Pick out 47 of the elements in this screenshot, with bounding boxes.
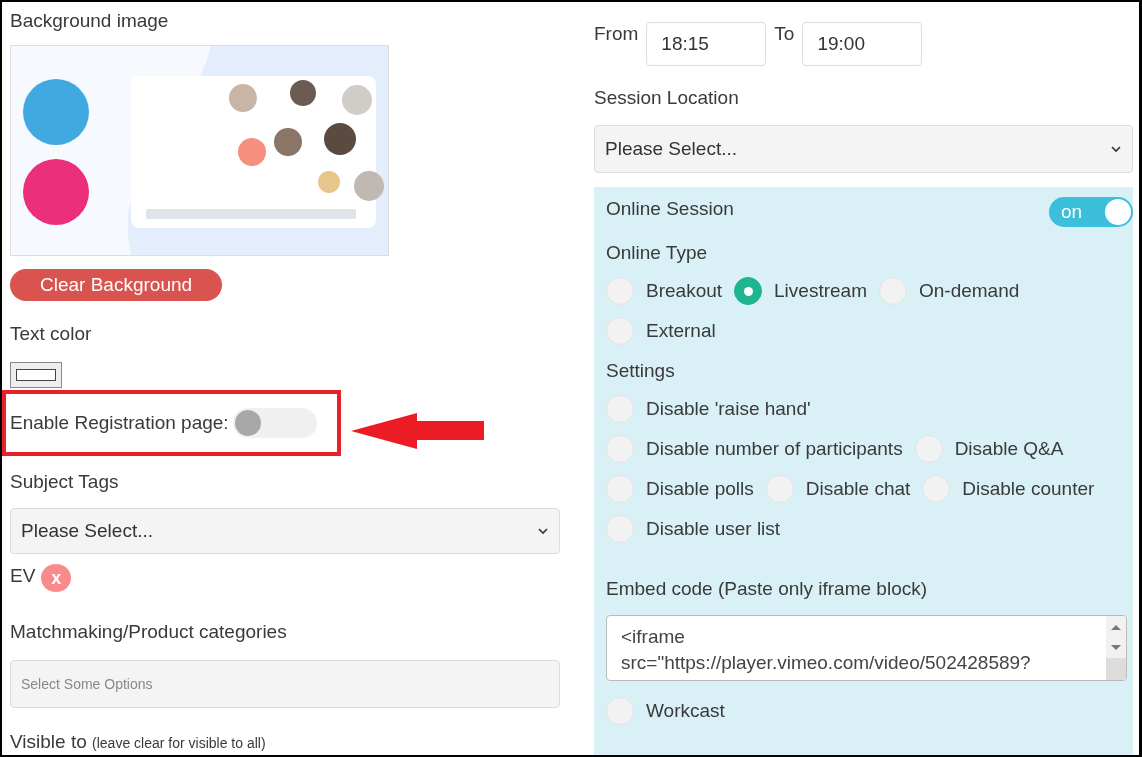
checkbox[interactable] (914, 435, 943, 463)
section-label: Online Type (606, 241, 708, 265)
visible-to-label: Visible to (leave clear for visible to all) (10, 730, 266, 754)
option-label: Workcast (646, 700, 725, 722)
clear-background-button[interactable]: Clear Background (10, 269, 223, 301)
option-label: Disable Q&A (954, 438, 1064, 460)
checkbox[interactable] (606, 475, 634, 503)
option-label: Disable 'raise hand' (646, 398, 811, 420)
session-location-select[interactable]: Please Select... (594, 125, 1133, 173)
radio-button[interactable] (734, 277, 763, 305)
panel-title: Online Session (606, 197, 734, 221)
embed-code-field[interactable]: <iframe src="https://player.vimeo.com/video/502428589? (606, 615, 1127, 681)
from-time-field[interactable]: 18:15 (646, 22, 767, 66)
scrollbar (1106, 616, 1126, 680)
checkbox[interactable] (765, 475, 794, 503)
checkbox[interactable] (606, 435, 634, 463)
section-label: Text color (10, 322, 92, 346)
to-label: To (774, 22, 795, 46)
option-label: Disable chat (805, 478, 911, 500)
section-label: Settings (606, 359, 675, 383)
tag-label: EV (10, 564, 36, 588)
option-label: Livestream (774, 280, 867, 302)
checkbox[interactable] (922, 475, 951, 503)
section-label: Embed code (Paste only iframe block) (606, 577, 928, 601)
toggle-label: Enable Registration page: (10, 411, 229, 435)
section-label: Background image (10, 9, 169, 33)
checkbox[interactable] (606, 697, 634, 725)
checkbox[interactable] (606, 395, 634, 423)
color-swatch[interactable] (10, 362, 62, 388)
option-label: Disable counter (962, 478, 1095, 500)
option-label: Breakout (646, 280, 723, 302)
section-label: Subject Tags (10, 470, 119, 494)
subject-tags-select[interactable]: Please Select... (10, 508, 560, 554)
checkbox[interactable] (606, 515, 634, 543)
option-label: Disable polls (646, 478, 754, 500)
option-label: Disable user list (646, 518, 781, 540)
option-label: External (646, 320, 716, 342)
chevron-down-icon (1110, 145, 1122, 153)
section-label: Session Location (594, 86, 739, 110)
option-label: Disable number of participants (646, 438, 903, 460)
to-time-field[interactable]: 19:00 (802, 22, 923, 66)
section-label: Matchmaking/Product categories (10, 620, 287, 644)
from-label: From (594, 22, 639, 46)
chevron-down-icon (537, 527, 549, 535)
registration-toggle[interactable] (232, 408, 317, 438)
option-label: On-demand (918, 280, 1020, 302)
arrow-icon (351, 413, 485, 449)
